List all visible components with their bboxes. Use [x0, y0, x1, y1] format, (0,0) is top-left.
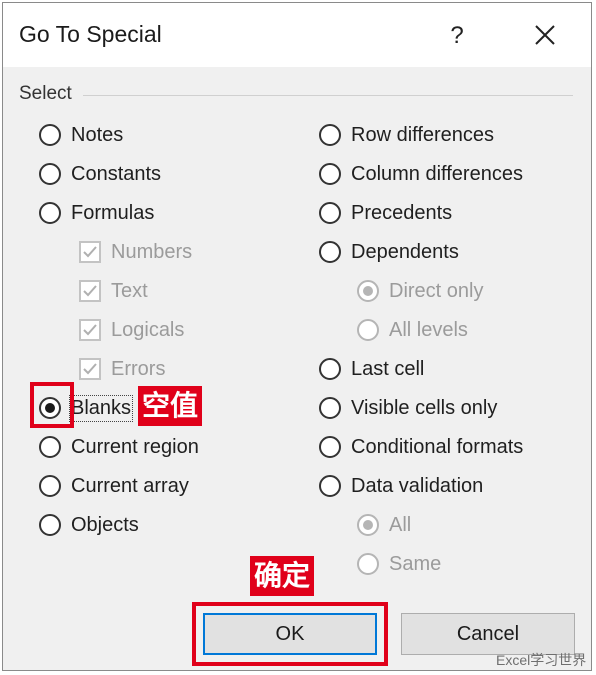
- checkbox-icon[interactable]: [79, 241, 101, 263]
- blanks-highlight-box: [30, 382, 74, 428]
- checkbox-text[interactable]: Text: [79, 276, 148, 306]
- ok-highlight-box: [192, 602, 388, 666]
- option-label: Numbers: [111, 240, 193, 263]
- radio-button-icon[interactable]: [319, 202, 341, 224]
- option-label: Dependents: [351, 240, 459, 263]
- option-label: Row differences: [351, 123, 495, 146]
- option-label: Errors: [111, 357, 166, 380]
- radio-button-icon[interactable]: [357, 319, 379, 341]
- option-label: Current array: [71, 474, 189, 497]
- checkbox-numbers[interactable]: Numbers: [79, 237, 192, 267]
- option-label: Blanks: [68, 394, 134, 422]
- radio-precedents[interactable]: Precedents: [319, 198, 452, 228]
- radio-conditional-formats[interactable]: Conditional formats: [319, 432, 523, 462]
- radio-column-differences[interactable]: Column differences: [319, 159, 523, 189]
- checkbox-logicals[interactable]: Logicals: [79, 315, 184, 345]
- option-label: Data validation: [351, 474, 484, 497]
- radio-button-icon[interactable]: [319, 124, 341, 146]
- option-label: Text: [111, 279, 148, 302]
- radio-button-icon[interactable]: [319, 397, 341, 419]
- radio-constants[interactable]: Constants: [39, 159, 161, 189]
- radio-dependents[interactable]: Dependents: [319, 237, 459, 267]
- radio-button-icon[interactable]: [319, 241, 341, 263]
- option-label: Current region: [71, 435, 199, 458]
- radio-all-levels[interactable]: All levels: [357, 315, 468, 345]
- radio-validation-same[interactable]: Same: [357, 549, 441, 579]
- radio-button-icon[interactable]: [39, 514, 61, 536]
- radio-button-icon[interactable]: [319, 475, 341, 497]
- option-label: Formulas: [71, 201, 155, 224]
- option-label: Precedents: [351, 201, 453, 224]
- radio-current-region[interactable]: Current region: [39, 432, 199, 462]
- radio-button-icon[interactable]: [319, 163, 341, 185]
- radio-objects[interactable]: Objects: [39, 510, 139, 540]
- checkbox-icon[interactable]: [79, 280, 101, 302]
- dialog-title: Go To Special: [19, 21, 162, 47]
- option-label: Constants: [71, 162, 162, 185]
- option-label: Last cell: [351, 357, 425, 380]
- option-label: Objects: [71, 513, 139, 536]
- option-label: All: [389, 513, 412, 536]
- radio-button-icon[interactable]: [39, 475, 61, 497]
- group-divider: [83, 95, 573, 96]
- radio-formulas[interactable]: Formulas: [39, 198, 154, 228]
- radio-row-differences[interactable]: Row differences: [319, 120, 494, 150]
- radio-visible-cells-only[interactable]: Visible cells only: [319, 393, 497, 423]
- option-label: Column differences: [351, 162, 523, 185]
- select-group-label: Select: [19, 83, 72, 104]
- option-label: Logicals: [111, 318, 185, 341]
- radio-button-icon[interactable]: [39, 202, 61, 224]
- radio-validation-all[interactable]: All: [357, 510, 411, 540]
- blanks-annotation: 空值: [138, 386, 203, 426]
- option-label: Conditional formats: [351, 435, 524, 458]
- option-label: Notes: [71, 123, 124, 146]
- radio-last-cell[interactable]: Last cell: [319, 354, 424, 384]
- option-label: All levels: [389, 318, 468, 341]
- radio-button-selected-icon[interactable]: [357, 280, 379, 302]
- radio-button-icon[interactable]: [39, 436, 61, 458]
- radio-button-icon[interactable]: [319, 436, 341, 458]
- radio-button-icon[interactable]: [357, 553, 379, 575]
- checkbox-icon[interactable]: [79, 358, 101, 380]
- cancel-button[interactable]: Cancel: [401, 613, 575, 655]
- close-icon[interactable]: [525, 17, 565, 55]
- help-icon[interactable]: ?: [439, 19, 475, 53]
- option-label: Visible cells only: [351, 396, 498, 419]
- checkbox-errors[interactable]: Errors: [79, 354, 165, 384]
- option-label: Direct only: [389, 279, 484, 302]
- radio-button-icon[interactable]: [39, 124, 61, 146]
- radio-data-validation[interactable]: Data validation: [319, 471, 483, 501]
- ok-annotation: 确定: [250, 556, 315, 596]
- title-bar: Go To Special ?: [3, 3, 591, 67]
- checkbox-icon[interactable]: [79, 319, 101, 341]
- watermark: Excel学习世界: [496, 652, 587, 668]
- radio-notes[interactable]: Notes: [39, 120, 123, 150]
- radio-button-selected-icon[interactable]: [357, 514, 379, 536]
- radio-current-array[interactable]: Current array: [39, 471, 189, 501]
- radio-button-icon[interactable]: [39, 163, 61, 185]
- radio-button-icon[interactable]: [319, 358, 341, 380]
- option-label: Same: [389, 552, 442, 575]
- radio-direct-only[interactable]: Direct only: [357, 276, 483, 306]
